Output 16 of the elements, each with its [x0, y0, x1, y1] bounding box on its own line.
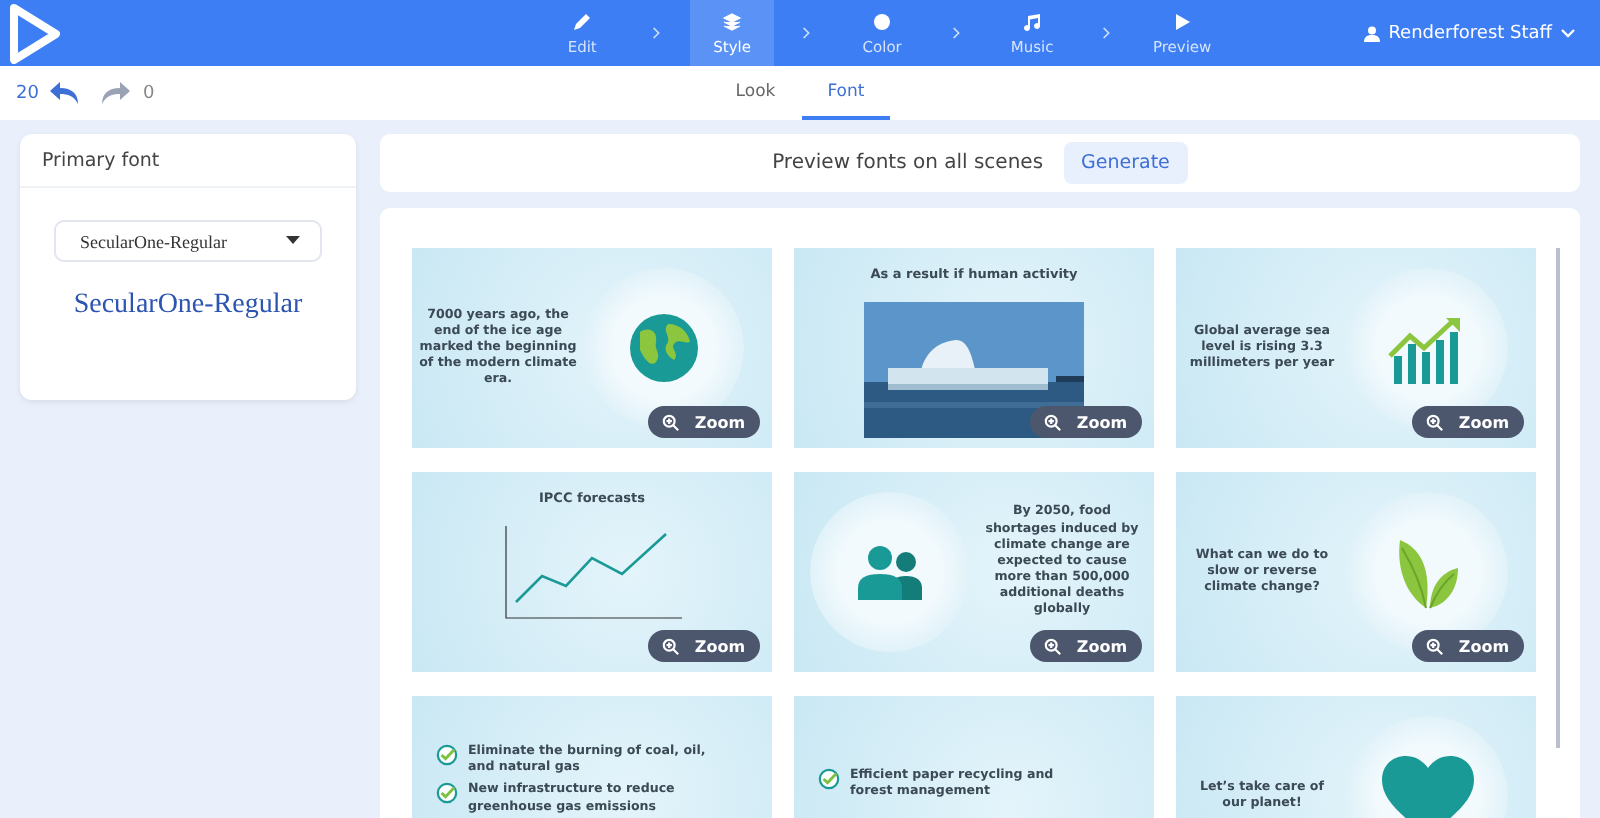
redo-count: 0: [142, 83, 155, 103]
generate-button[interactable]: Generate: [1063, 142, 1188, 184]
tab[interactable]: Look: [709, 66, 802, 120]
zoom-button[interactable]: Zoom: [1030, 630, 1142, 662]
font-preview: SecularOne-Regular: [73, 290, 303, 322]
zoom-button[interactable]: Zoom: [1412, 406, 1524, 438]
zoom-button[interactable]: Zoom: [1030, 406, 1142, 438]
zoom-button[interactable]: Zoom: [648, 630, 760, 662]
undo-count: 20: [16, 83, 39, 103]
card-title: Primary font: [42, 149, 160, 171]
tab[interactable]: Font: [801, 66, 891, 120]
zoom-button[interactable]: Zoom: [1412, 630, 1524, 662]
user-menu[interactable]: Renderforest Staff: [1364, 23, 1576, 43]
font-select[interactable]: SecularOne-Regular: [54, 220, 322, 262]
zoom-button[interactable]: Zoom: [648, 406, 760, 438]
preview-text: Preview fonts on all scenes: [772, 152, 1044, 174]
